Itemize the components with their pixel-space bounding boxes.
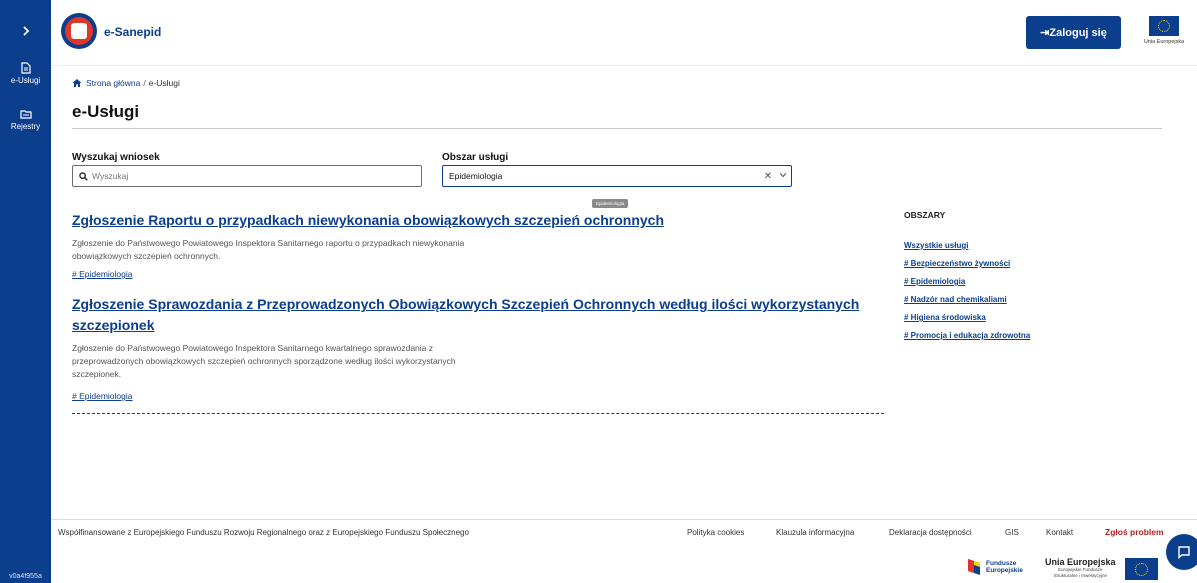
sidebar-item-rejestry[interactable]: Rejestry	[0, 108, 51, 131]
area-tooltip: Epidemiologia	[592, 199, 629, 208]
area-link-all[interactable]: Wszystkie usługi	[904, 241, 968, 250]
ue-funds-logo: Unia Europejska Europejskie Fundusze Str…	[1045, 557, 1116, 578]
fe-text: Fundusze Europejskie	[986, 560, 1023, 574]
document-icon	[20, 62, 31, 74]
breadcrumb-separator: /	[143, 78, 146, 88]
area-link-environment-hygiene[interactable]: # Higiena środowiska	[904, 313, 986, 322]
area-link-health-promotion[interactable]: # Promocja i edukacja zdrowotna	[904, 331, 1030, 340]
chat-icon	[1178, 546, 1190, 559]
home-icon	[72, 79, 82, 87]
ue-title: Unia Europejska	[1045, 557, 1116, 567]
brand-name[interactable]: e-Sanepid	[104, 25, 161, 39]
login-button[interactable]: ⇥Zaloguj się	[1026, 16, 1121, 49]
area-link-epidemiology[interactable]: # Epidemiologia	[904, 277, 965, 286]
sanepid-logo[interactable]	[61, 13, 97, 49]
breadcrumb-home-link[interactable]: Strona główna	[86, 78, 140, 88]
sidebar-item-e-uslugi[interactable]: e-Usługi	[0, 62, 51, 85]
title-divider	[72, 128, 1162, 129]
service-description-line: obowiązkowych szczepień ochronnych.	[72, 251, 221, 261]
sidebar-item-label: Rejestry	[10, 122, 41, 131]
search-label: Wyszukaj wniosek	[72, 152, 160, 163]
service-title-line[interactable]: Zgłoszenie Sprawozdania z Przeprowadzony…	[72, 294, 859, 315]
service-description-line: Zgłoszenie do Państwowego Powiatowego In…	[72, 238, 465, 248]
breadcrumb: Strona główna / e-Usługi	[72, 78, 180, 88]
fe-text-line: Europejskie	[986, 567, 1023, 574]
sidebar: e-Usługi Rejestry v0a4f955a	[0, 0, 51, 583]
area-select[interactable]: Epidemiologia ✕	[442, 165, 792, 187]
service-description-line: Zgłoszenie do Państwowego Powiatowego In…	[72, 343, 433, 353]
clear-icon[interactable]: ✕	[761, 171, 775, 182]
chevron-down-icon[interactable]	[775, 171, 791, 181]
sidebar-item-label: e-Usługi	[10, 76, 41, 85]
area-link-chemicals[interactable]: # Nadzór nad chemikaliami	[904, 295, 1007, 304]
service-title-link[interactable]: Zgłoszenie Sprawozdania z Przeprowadzony…	[72, 294, 859, 336]
fe-text-line: Fundusze	[986, 560, 1017, 567]
service-tag-link[interactable]: # Epidemiologia	[72, 269, 132, 279]
service-description: Zgłoszenie do Państwowego Powiatowego In…	[72, 342, 456, 381]
report-problem-link[interactable]: Zgłoś problem	[1105, 527, 1164, 537]
footer-divider	[51, 519, 1197, 520]
service-title-line[interactable]: szczepionek	[72, 315, 859, 336]
chevron-right-icon[interactable]	[0, 14, 51, 48]
service-description-line: przeprowadzonych obowiązkowych szczepień…	[72, 356, 456, 366]
version-label: v0a4f955a	[9, 573, 42, 580]
ue-subtitle: Strukturalne i Inwestycyjne	[1053, 572, 1108, 578]
eu-flag-icon	[1125, 558, 1158, 580]
service-description: Zgłoszenie do Państwowego Powiatowego In…	[72, 237, 464, 263]
footer-link-accessibility[interactable]: Deklaracja dostępności	[889, 528, 972, 537]
service-tag-link[interactable]: # Epidemiologia	[72, 391, 132, 401]
top-bar: e-Sanepid ⇥Zaloguj się Unia Europejska	[51, 0, 1197, 66]
fe-mark-icon	[966, 557, 982, 577]
footer-link-cookies[interactable]: Polityka cookies	[687, 528, 744, 537]
list-end-divider	[72, 413, 884, 414]
area-link-food-safety[interactable]: # Bezpieczeństwo żywności	[904, 259, 1010, 268]
footer-link-clause[interactable]: Klauzula informacyjna	[776, 528, 854, 537]
service-description-line: szczepionek.	[72, 369, 122, 379]
search-input[interactable]	[92, 171, 392, 181]
cofinance-note: Współfinansowane z Europejskiego Fundusz…	[58, 528, 469, 537]
eu-flag-icon	[1149, 16, 1179, 36]
areas-heading: OBSZARY	[904, 210, 946, 220]
search-field	[72, 165, 422, 187]
folder-icon	[19, 110, 32, 119]
page-title: e-Usługi	[72, 102, 140, 121]
footer-link-gis[interactable]: GIS	[1005, 528, 1019, 537]
breadcrumb-current: e-Usługi	[148, 78, 180, 88]
eu-label: Unia Europejska	[1143, 39, 1185, 45]
footer-link-contact[interactable]: Kontakt	[1046, 528, 1073, 537]
fundusze-europejskie-logo: Fundusze Europejskie	[966, 557, 1023, 577]
search-icon	[79, 171, 88, 181]
area-select-value[interactable]: Epidemiologia	[449, 171, 761, 181]
area-label: Obszar usługi	[442, 152, 509, 163]
eu-logo-header: Unia Europejska	[1139, 16, 1189, 45]
chat-button[interactable]	[1166, 534, 1197, 570]
service-title-link[interactable]: Zgłoszenie Raportu o przypadkach niewyko…	[72, 210, 664, 231]
